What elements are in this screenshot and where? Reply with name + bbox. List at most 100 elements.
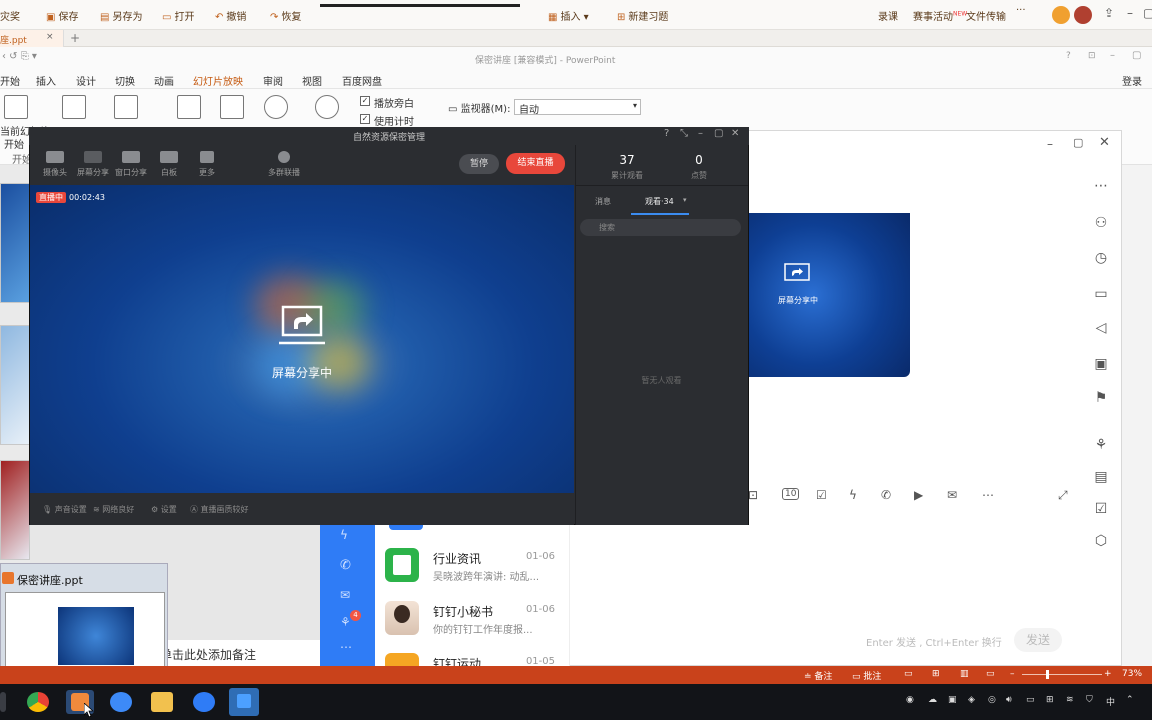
minimize-icon[interactable]: –	[1127, 6, 1133, 20]
camera-button[interactable]: 摄像头	[37, 151, 73, 178]
hide-slide-icon[interactable]	[220, 95, 244, 119]
more-button[interactable]: ···	[1016, 5, 1026, 16]
tray-app-icon[interactable]: ◈	[968, 695, 975, 705]
reading-view-icon[interactable]: ▥	[960, 669, 969, 679]
record-show-icon[interactable]	[315, 95, 339, 119]
notes-toggle[interactable]: ≐ 备注	[804, 669, 832, 682]
notebook-icon[interactable]: ▤	[1092, 468, 1110, 486]
restore-ribbon-icon[interactable]: ⊡	[1088, 51, 1096, 61]
use-timing-checkbox[interactable]: ✓	[360, 114, 370, 124]
close-tab-icon[interactable]: ×	[46, 32, 54, 42]
tray-app-icon[interactable]: ◎	[988, 695, 996, 705]
zoom-in-icon[interactable]: +	[1104, 669, 1112, 679]
chevron-down-icon[interactable]: ▾	[683, 196, 687, 204]
check-icon[interactable]: ☑	[816, 488, 827, 502]
custom-show-icon[interactable]	[114, 95, 138, 119]
chat-input-placeholder[interactable]: Enter 发送 , Ctrl+Enter 换行	[866, 634, 1002, 649]
chrome-icon[interactable]	[27, 692, 49, 712]
flag-icon[interactable]: ⚑	[1092, 389, 1110, 407]
announcement-icon[interactable]: ◁	[1092, 319, 1110, 337]
avatar[interactable]	[1052, 6, 1070, 24]
events-button[interactable]: 赛事活动NEW	[913, 8, 967, 23]
insert-menu[interactable]: ▦ 插入 ▾	[548, 8, 589, 23]
more-icon[interactable]: ⋯	[1092, 177, 1110, 195]
task-check-icon[interactable]: ☑	[1092, 500, 1110, 518]
share-icon[interactable]: ⇪	[1104, 6, 1114, 20]
apps-icon[interactable]: ⚘	[340, 615, 351, 629]
normal-view-icon[interactable]: ▭	[904, 669, 913, 679]
comments-toggle[interactable]: ▭ 批注	[852, 669, 881, 682]
tab-baidu-netdisk[interactable]: 百度网盘	[342, 73, 382, 88]
mail-icon[interactable]: ✉	[947, 488, 957, 502]
undo-button[interactable]: ↶ 撤销	[215, 8, 246, 23]
add-user-icon[interactable]: ⚇	[1092, 214, 1110, 232]
apps-icon[interactable]: ⚘	[1092, 436, 1110, 454]
pause-button[interactable]: 暂停	[459, 154, 499, 174]
live-preview-thumbnail[interactable]: 屏幕分享中	[748, 213, 910, 377]
slide-thumbnail[interactable]	[0, 325, 30, 445]
slideshow-view-icon[interactable]: ▭	[986, 669, 995, 679]
minimize-icon[interactable]: –	[1047, 137, 1053, 151]
maximize-icon[interactable]: ▢	[714, 128, 723, 139]
maximize-window-icon[interactable]: ▢	[1132, 50, 1141, 61]
folder-icon[interactable]: ▭	[1092, 285, 1110, 303]
redo-button[interactable]: ↷ 恢复	[270, 8, 301, 23]
tab-messages[interactable]: 消息	[595, 196, 611, 207]
security-icon[interactable]: ⛉	[1086, 695, 1093, 705]
ime-indicator[interactable]: 中	[1106, 695, 1115, 708]
tab-home[interactable]: 开始	[0, 73, 20, 88]
start-edge[interactable]	[0, 692, 6, 712]
tab-view[interactable]: 视图	[302, 73, 322, 88]
tab-insert[interactable]: 插入	[36, 73, 56, 88]
cube-icon[interactable]: ⬡	[1092, 532, 1110, 550]
document-tab[interactable]: 座.ppt ×	[0, 30, 64, 47]
rehearse-timings-icon[interactable]	[264, 95, 288, 119]
save-as-button[interactable]: ▤ 另存为	[100, 8, 142, 23]
monitor-select[interactable]: 自动 ▾	[514, 99, 641, 116]
tab-design[interactable]: 设计	[76, 73, 96, 88]
audio-settings-button[interactable]: 🎙︎ 声音设置	[42, 504, 87, 515]
help-icon[interactable]: ?	[664, 128, 669, 139]
notes-placeholder[interactable]: 单击此处添加备注	[160, 640, 330, 666]
minimize-window-icon[interactable]: –	[1110, 50, 1115, 61]
send-button[interactable]: 发送	[1014, 628, 1062, 652]
screen-share-button[interactable]: 屏幕分享	[75, 151, 111, 178]
maximize-icon[interactable]: ▢	[1073, 136, 1083, 149]
slide-sorter-icon[interactable]: ⊞	[932, 669, 940, 679]
lightning-icon[interactable]: ϟ	[849, 488, 857, 502]
zoom-slider[interactable]	[1022, 674, 1102, 675]
taskbar-preview[interactable]: 保密讲座.ppt	[0, 563, 168, 683]
open-button[interactable]: ▭ 打开	[162, 8, 194, 23]
login-link[interactable]: 登录	[1122, 73, 1142, 88]
more-icon[interactable]: ⋯	[982, 488, 994, 502]
clock-icon[interactable]: ◷	[1092, 249, 1110, 267]
tab-review[interactable]: 审阅	[263, 73, 283, 88]
pin-icon[interactable]: ⤡	[680, 128, 688, 139]
tray-app-icon[interactable]: ◉	[906, 695, 914, 705]
tray-app-icon[interactable]: ▣	[948, 695, 957, 705]
online-present-icon[interactable]	[62, 95, 86, 119]
expand-icon[interactable]: ⤢	[1058, 488, 1068, 503]
settings-button[interactable]: ⚙ 设置	[151, 504, 177, 515]
new-exercise-button[interactable]: ⊞ 新建习题	[617, 8, 668, 23]
lightning-icon[interactable]: ϟ	[340, 528, 348, 542]
dingtalk-icon[interactable]	[193, 692, 215, 712]
battery-icon[interactable]: ▭	[1026, 695, 1035, 705]
more-button[interactable]: 更多	[189, 151, 225, 178]
file-transfer-button[interactable]: 文件传输	[966, 8, 1006, 23]
sogou-icon[interactable]	[110, 692, 132, 712]
calendar-10-icon[interactable]: 10	[782, 488, 800, 500]
close-icon[interactable]: ✕	[1099, 135, 1110, 150]
phone-icon[interactable]: ✆	[340, 558, 351, 573]
zoom-slider-handle[interactable]	[1046, 670, 1049, 679]
tray-cloud-icon[interactable]: ☁	[928, 695, 937, 705]
setup-show-icon[interactable]	[177, 95, 201, 119]
phone-icon[interactable]: ✆	[881, 488, 891, 502]
close-icon[interactable]: ✕	[731, 128, 739, 139]
zoom-level[interactable]: 73%	[1122, 669, 1142, 679]
network-icon[interactable]: ≋	[1066, 695, 1074, 705]
slide-thumbnail[interactable]	[0, 460, 30, 560]
quick-access-icons[interactable]: ‹ ↺ ⎘ ▾	[2, 51, 37, 62]
mail-icon[interactable]: ✉	[340, 588, 350, 602]
whiteboard-button[interactable]: 白板	[151, 151, 187, 178]
